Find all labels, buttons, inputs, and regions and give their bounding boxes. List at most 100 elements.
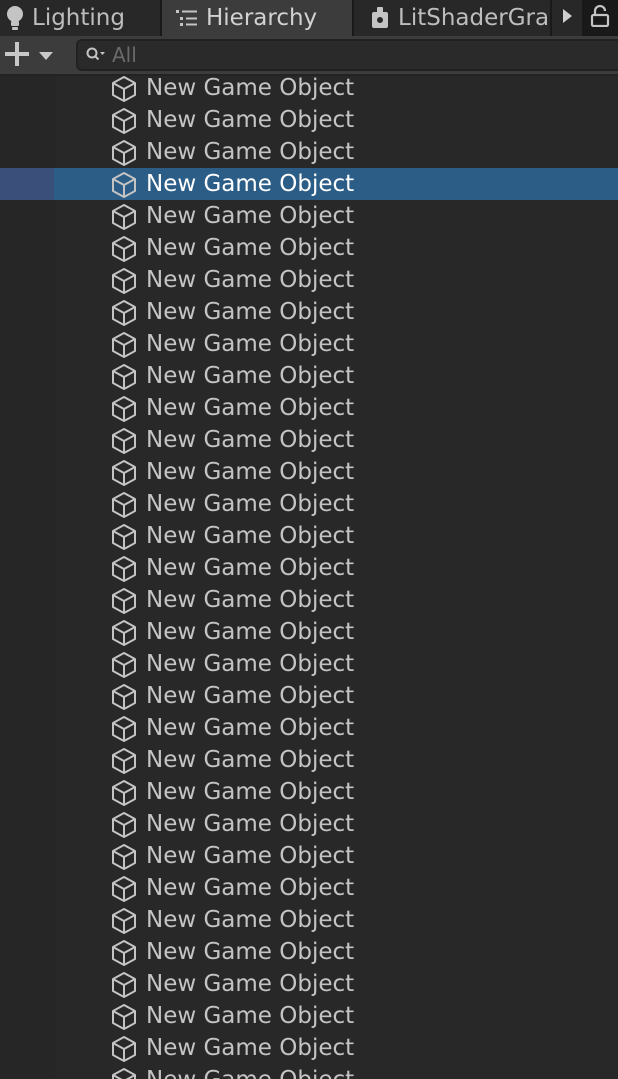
hierarchy-item[interactable]: New Game Object [0, 968, 618, 1000]
hierarchy-item[interactable]: New Game Object [0, 1000, 618, 1032]
hierarchy-item[interactable]: New Game Object [0, 76, 618, 104]
hierarchy-item[interactable]: New Game Object [0, 808, 618, 840]
cube-icon [110, 267, 138, 295]
hierarchy-item-label: New Game Object [146, 1035, 355, 1061]
hierarchy-item-label: New Game Object [146, 427, 355, 453]
hierarchy-item-label: New Game Object [146, 299, 355, 325]
cube-icon [110, 779, 138, 807]
hierarchy-item[interactable]: New Game Object [0, 680, 618, 712]
hierarchy-item-label: New Game Object [146, 779, 355, 805]
cube-icon [110, 1067, 138, 1079]
chevron-right-icon [561, 7, 573, 29]
tab-overflow-button[interactable] [552, 0, 582, 36]
cube-icon [110, 715, 138, 743]
hierarchy-item-label: New Game Object [146, 843, 355, 869]
hierarchy-item[interactable]: New Game Object [0, 776, 618, 808]
cube-icon [110, 875, 138, 903]
hierarchy-item-label: New Game Object [146, 235, 355, 261]
cube-icon [110, 971, 138, 999]
cube-icon [110, 1035, 138, 1063]
hierarchy-item-label: New Game Object [146, 619, 355, 645]
cube-icon [110, 427, 138, 455]
tab-litshadergraph[interactable]: LitShaderGra [354, 0, 552, 36]
hierarchy-item[interactable]: New Game Object [0, 872, 618, 904]
hierarchy-item[interactable]: New Game Object [0, 1032, 618, 1064]
hierarchy-item-label: New Game Object [146, 459, 355, 485]
hierarchy-item-label: New Game Object [146, 651, 355, 677]
cube-icon [110, 651, 138, 679]
hierarchy-item[interactable]: New Game Object [0, 456, 618, 488]
hierarchy-item[interactable]: New Game Object [0, 936, 618, 968]
cube-icon [110, 843, 138, 871]
cube-icon [110, 619, 138, 647]
hierarchy-item[interactable]: New Game Object [0, 104, 618, 136]
hierarchy-item-label: New Game Object [146, 587, 355, 613]
hierarchy-item[interactable]: New Game Object [0, 200, 618, 232]
hierarchy-item[interactable]: New Game Object [0, 1064, 618, 1079]
hierarchy-item-label: New Game Object [146, 971, 355, 997]
search-input[interactable] [112, 43, 552, 67]
create-dropdown-button[interactable] [2, 40, 58, 72]
cube-icon [110, 76, 138, 103]
tab-hierarchy-label: Hierarchy [206, 5, 318, 31]
hierarchy-item[interactable]: New Game Object [0, 552, 618, 584]
hierarchy-item[interactable]: New Game Object [0, 712, 618, 744]
hierarchy-item-label: New Game Object [146, 1064, 354, 1079]
hierarchy-item[interactable]: New Game Object [0, 424, 618, 456]
tab-lighting-label: Lighting [32, 5, 125, 31]
cube-icon [110, 587, 138, 615]
chevron-down-icon [38, 51, 54, 61]
plus-icon [4, 41, 30, 71]
hierarchy-item[interactable]: New Game Object [0, 904, 618, 936]
lock-icon [590, 4, 610, 31]
hierarchy-item-label: New Game Object [146, 683, 355, 709]
hierarchy-item-label: New Game Object [146, 1003, 355, 1029]
hierarchy-item[interactable]: New Game Object [0, 520, 618, 552]
hierarchy-item[interactable]: New Game Object [0, 360, 618, 392]
hierarchy-item[interactable]: New Game Object [0, 168, 618, 200]
hierarchy-item-label: New Game Object [146, 107, 355, 133]
search-field[interactable] [76, 39, 618, 71]
hierarchy-item[interactable]: New Game Object [0, 840, 618, 872]
hierarchy-item-label: New Game Object [146, 491, 355, 517]
hierarchy-item-label: New Game Object [146, 747, 355, 773]
hierarchy-item[interactable]: New Game Object [0, 296, 618, 328]
tab-lighting[interactable]: Lighting [0, 0, 162, 36]
hierarchy-item-label: New Game Object [146, 267, 355, 293]
hierarchy-item-label: New Game Object [146, 875, 355, 901]
hierarchy-item[interactable]: New Game Object [0, 264, 618, 296]
hierarchy-item[interactable]: New Game Object [0, 648, 618, 680]
cube-icon [110, 171, 138, 199]
hierarchy-item[interactable]: New Game Object [0, 328, 618, 360]
hierarchy-item[interactable]: New Game Object [0, 136, 618, 168]
hierarchy-list[interactable]: New Game Object New Game Object New Game O… [0, 76, 618, 1079]
hierarchy-item[interactable]: New Game Object [0, 488, 618, 520]
hierarchy-window: Lighting Hierarchy LitShaderGra All New … [0, 0, 618, 1079]
hierarchy-item-label: New Game Object [146, 907, 355, 933]
list-icon [176, 9, 198, 27]
hierarchy-item-label: New Game Object [146, 171, 355, 197]
cube-icon [110, 811, 138, 839]
search-icon [86, 47, 106, 63]
hierarchy-item-label: New Game Object [146, 203, 355, 229]
hierarchy-toolbar [0, 36, 618, 76]
hierarchy-item-label: New Game Object [146, 331, 355, 357]
hierarchy-item[interactable]: New Game Object [0, 232, 618, 264]
cube-icon [110, 331, 138, 359]
tab-hierarchy[interactable]: Hierarchy [162, 0, 354, 36]
lightbulb-icon [6, 5, 24, 31]
cube-icon [110, 235, 138, 263]
hierarchy-item[interactable]: New Game Object [0, 616, 618, 648]
shader-graph-icon [370, 7, 390, 29]
cube-icon [110, 459, 138, 487]
cube-icon [110, 683, 138, 711]
lock-button[interactable] [582, 0, 618, 36]
hierarchy-item[interactable]: New Game Object [0, 392, 618, 424]
tab-bar: Lighting Hierarchy LitShaderGra [0, 0, 618, 36]
hierarchy-item[interactable]: New Game Object [0, 584, 618, 616]
cube-icon [110, 363, 138, 391]
hierarchy-item-label: New Game Object [146, 395, 355, 421]
hierarchy-item[interactable]: New Game Object [0, 744, 618, 776]
cube-icon [110, 491, 138, 519]
tab-litshadergraph-label: LitShaderGra [398, 5, 550, 31]
